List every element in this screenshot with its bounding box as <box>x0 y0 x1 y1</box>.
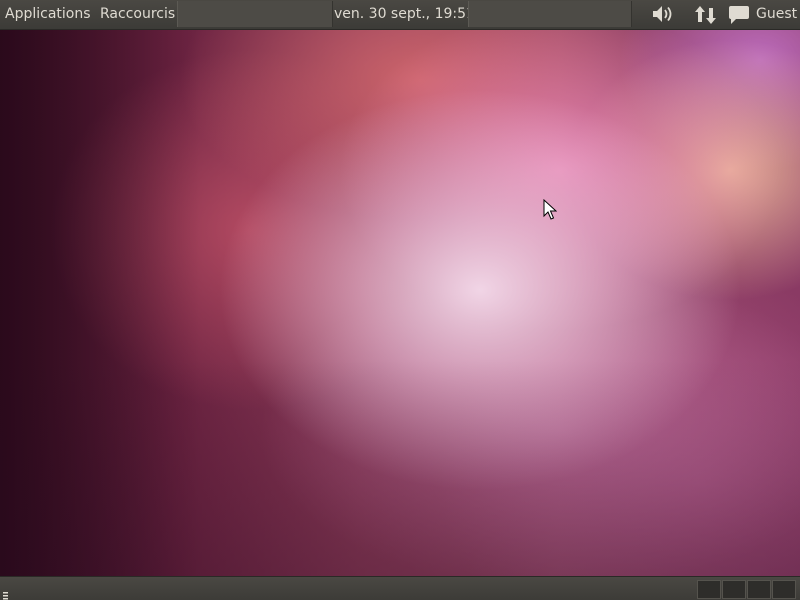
speech-bubble-icon[interactable] <box>726 0 752 29</box>
panel-empty-area-right <box>468 1 632 27</box>
applications-menu[interactable]: Applications <box>5 0 91 29</box>
network-up-down-arrows-icon[interactable] <box>693 0 719 29</box>
workspace-4[interactable] <box>772 580 796 599</box>
speaker-volume-icon[interactable] <box>650 0 678 29</box>
user-menu[interactable]: Guest <box>756 0 797 29</box>
workspace-3[interactable] <box>747 580 771 599</box>
places-menu[interactable]: Raccourcis <box>100 0 175 29</box>
show-desktop-handle-icon[interactable] <box>3 585 8 600</box>
clock[interactable]: ven. 30 sept., 19:51 <box>334 0 475 29</box>
panel-empty-area-left <box>177 1 333 27</box>
desktop-screen: Applications Raccourcis ven. 30 sept., 1… <box>0 0 800 600</box>
workspace-1[interactable] <box>697 580 721 599</box>
mouse-pointer-icon <box>543 198 558 221</box>
bottom-panel <box>0 576 800 600</box>
top-panel: Applications Raccourcis ven. 30 sept., 1… <box>0 0 800 30</box>
workspace-switcher <box>697 580 797 599</box>
workspace-2[interactable] <box>722 580 746 599</box>
wallpaper-shade <box>0 0 800 600</box>
